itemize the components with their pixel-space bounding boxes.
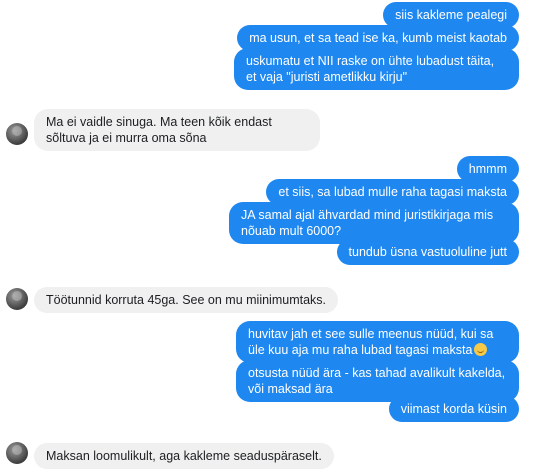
outgoing-message: viimast korda küsin bbox=[388, 396, 519, 422]
outgoing-message: JA samal ajal ähvardad mind juristikirja… bbox=[229, 202, 519, 244]
incoming-message: Ma ei vaidle sinuga. Ma teen kõik endast… bbox=[34, 109, 320, 151]
outgoing-message: tundub üsna vastuoluline jutt bbox=[336, 239, 519, 265]
message-text: huvitav jah et see sulle meenus nüüd, ku… bbox=[248, 327, 494, 357]
incoming-message: Töötunnid korruta 45ga. See on mu miinim… bbox=[34, 287, 338, 313]
incoming-message: Maksan loomulikult, aga kakleme seaduspä… bbox=[34, 443, 334, 469]
outgoing-message: huvitav jah et see sulle meenus nüüd, ku… bbox=[236, 321, 519, 363]
contact-avatar bbox=[6, 123, 28, 145]
outgoing-message: uskumatu et NII raske on ühte lubadust t… bbox=[234, 48, 519, 90]
contact-avatar bbox=[6, 442, 28, 464]
contact-avatar bbox=[6, 288, 28, 310]
smiling-face-emoji-icon bbox=[474, 343, 488, 356]
